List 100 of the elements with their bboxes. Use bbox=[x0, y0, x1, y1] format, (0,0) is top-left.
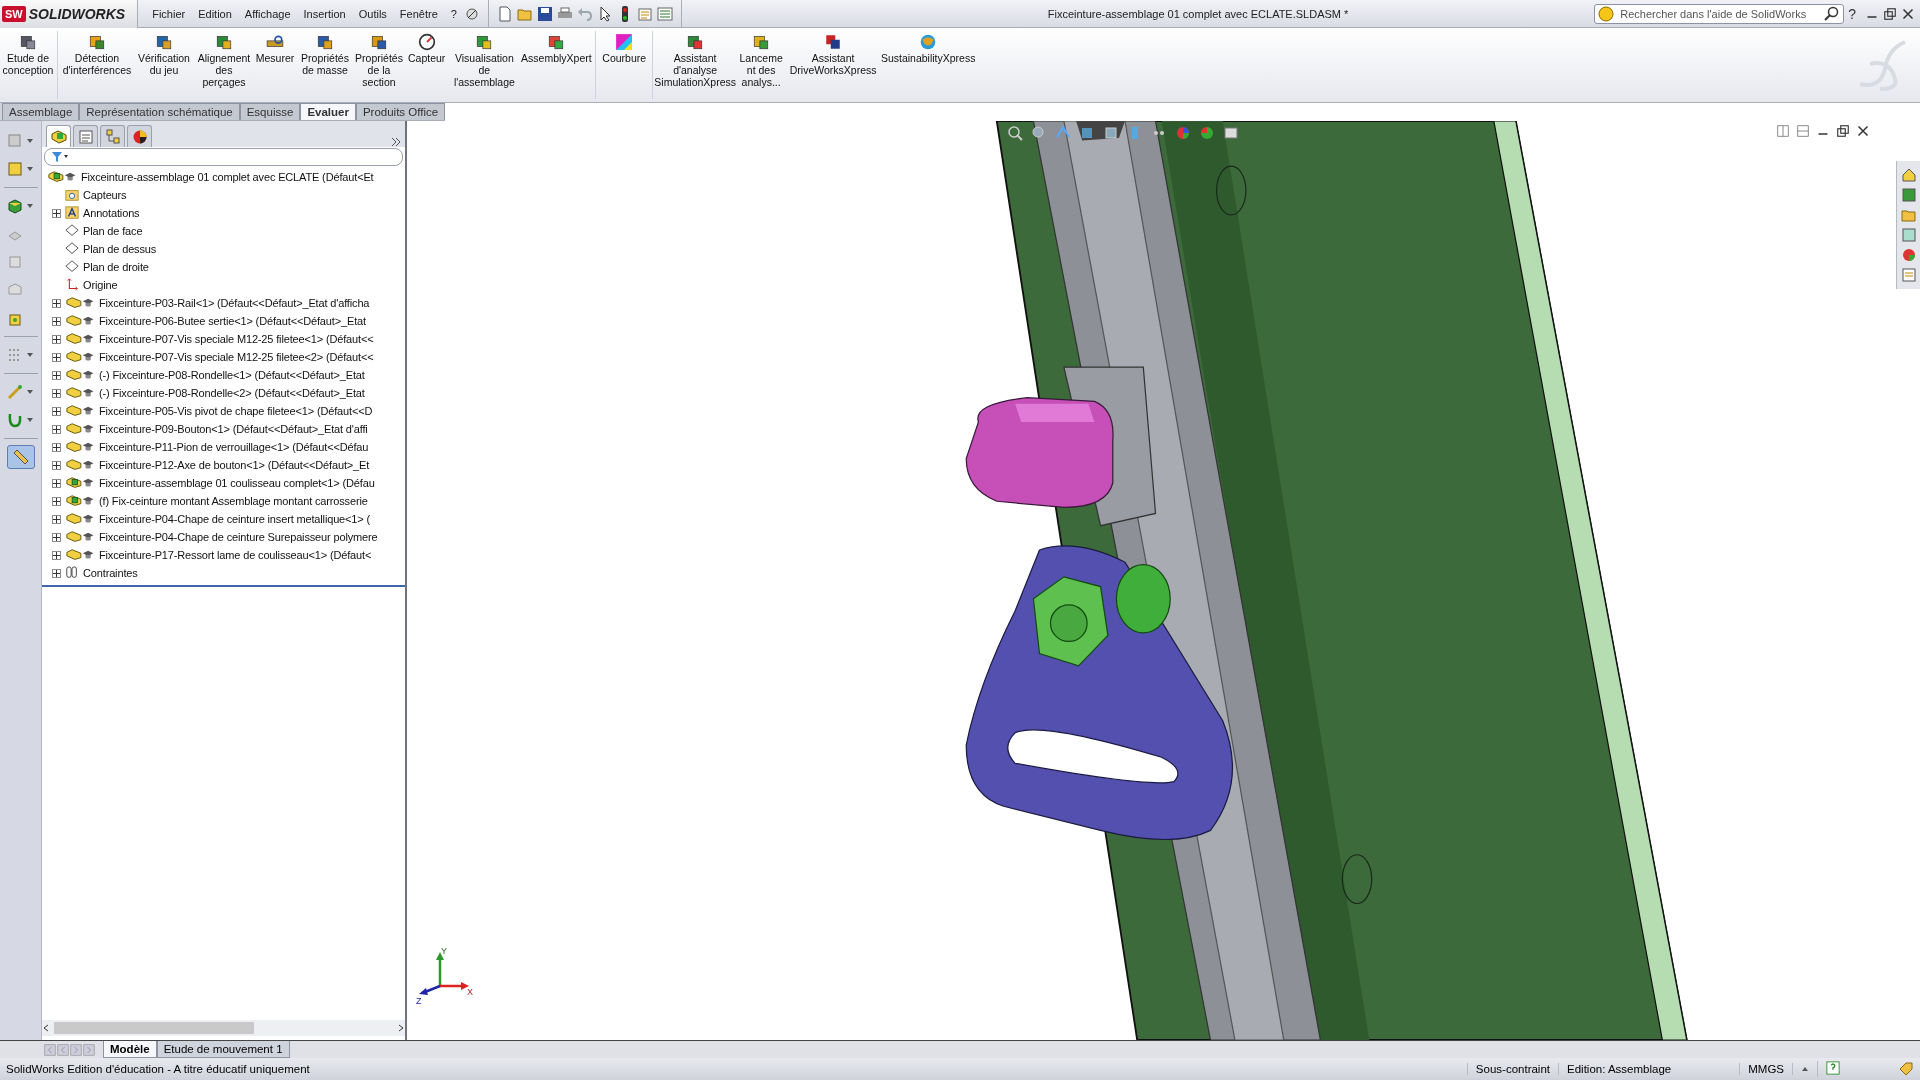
expand-icon[interactable] bbox=[52, 514, 61, 524]
split-view-icon[interactable] bbox=[1797, 125, 1809, 137]
expand-icon[interactable] bbox=[52, 478, 61, 488]
command-button[interactable]: Propriétés de la section bbox=[353, 31, 405, 90]
save-icon[interactable] bbox=[536, 5, 553, 22]
assembly-icon bbox=[64, 494, 82, 508]
menu-item[interactable]: Insertion bbox=[297, 4, 352, 23]
command-button[interactable]: Mesurer bbox=[253, 31, 297, 66]
tab[interactable]: Etude de mouvement 1 bbox=[156, 1041, 290, 1058]
command-button[interactable]: Propriétés de masse bbox=[297, 31, 353, 78]
tab[interactable]: Assemblage bbox=[2, 103, 80, 120]
display-tab[interactable] bbox=[127, 125, 152, 147]
tree-item[interactable]: Fixceinture-P03-Rail<1> (Défaut<<Défaut>_Etat d'afficha bbox=[99, 297, 370, 309]
command-button[interactable]: Détection d'interférences bbox=[61, 31, 133, 78]
tree-item[interactable]: Fixceinture-P11-Pion de verrouillage<1> (Défaut<<Défau bbox=[99, 441, 369, 453]
tab[interactable]: Evaluer bbox=[300, 103, 356, 120]
ruler-icon[interactable] bbox=[12, 449, 29, 465]
command-button[interactable]: AssemblyXpert bbox=[520, 31, 593, 66]
search-input[interactable]: Rechercher dans l'aide de SolidWorks bbox=[1618, 6, 1821, 21]
restore-icon[interactable] bbox=[1837, 125, 1849, 137]
tree-item[interactable]: Fixceinture-P04-Chape de ceinture insert metallique<1> ( bbox=[99, 513, 371, 525]
home-icon[interactable] bbox=[1900, 167, 1917, 183]
filter-field[interactable] bbox=[44, 148, 403, 166]
command-button[interactable]: Etude de conception bbox=[2, 31, 54, 78]
tree-item[interactable]: Fixceinture-assemblage 01 complet avec ECLATE (Défaut<Et bbox=[81, 171, 374, 183]
command-button[interactable]: Assistant d'analyse SimulationXpress bbox=[656, 31, 735, 90]
list-icon[interactable] bbox=[656, 5, 673, 22]
command-button[interactable]: SustainabilityXpress bbox=[878, 31, 979, 66]
tree-item[interactable]: Contraintes bbox=[83, 567, 138, 579]
menu-item[interactable]: Outils bbox=[352, 4, 393, 23]
feature-tree-tab[interactable] bbox=[46, 125, 71, 147]
tab[interactable]: Esquisse bbox=[239, 103, 301, 120]
expand-icon[interactable] bbox=[52, 424, 61, 434]
hierarchy-icon bbox=[104, 128, 121, 145]
tree-item[interactable]: Fixceinture-P05-Vis pivot de chape filetee<1> (Défaut<<D bbox=[99, 405, 373, 417]
scrollbar[interactable] bbox=[42, 1020, 405, 1036]
menu-item[interactable]: Affichage bbox=[238, 4, 297, 23]
tree-item[interactable]: Fixceinture-P17-Ressort lame de coulisseau<1> (Défaut< bbox=[99, 549, 372, 561]
tree-item[interactable]: Plan de face bbox=[83, 225, 143, 237]
tree-item[interactable]: (-) Fixceinture-P08-Rondelle<2> (Défaut<<Défaut>_Etat bbox=[99, 387, 365, 399]
gauge-icon bbox=[417, 33, 436, 51]
split-view-icon[interactable] bbox=[1777, 125, 1789, 137]
curve-icon[interactable] bbox=[6, 412, 23, 428]
units-status[interactable]: MMGS bbox=[1739, 1063, 1792, 1075]
menu-item[interactable]: Fenêtre bbox=[393, 4, 444, 23]
tree-item[interactable]: Fixceinture-P04-Chape de ceinture Surepaisseur polymere bbox=[99, 531, 378, 543]
expand-icon[interactable] bbox=[52, 352, 61, 362]
expand-icon[interactable] bbox=[52, 532, 61, 542]
expand-icon[interactable] bbox=[52, 496, 61, 506]
expand-icon[interactable] bbox=[52, 316, 61, 326]
command-button[interactable]: Courbure bbox=[599, 31, 650, 66]
tree-item[interactable]: Capteurs bbox=[83, 189, 127, 201]
tag-icon[interactable] bbox=[1898, 1061, 1914, 1077]
menu-item[interactable]: ? bbox=[444, 4, 463, 23]
property-tab[interactable] bbox=[73, 125, 98, 147]
expand-icon[interactable] bbox=[52, 550, 61, 560]
help-icon[interactable] bbox=[1826, 1061, 1840, 1075]
tree-item[interactable]: Annotations bbox=[83, 207, 140, 219]
appearance-icon[interactable] bbox=[1900, 247, 1917, 263]
custom-properties-icon[interactable] bbox=[1900, 267, 1917, 283]
tree-item[interactable]: Plan de dessus bbox=[83, 243, 157, 255]
command-button[interactable]: Assistant DriveWorksXpress bbox=[788, 31, 879, 78]
command-button[interactable]: Alignement des perçages bbox=[195, 31, 253, 90]
menu-item[interactable]: Edition bbox=[192, 4, 238, 23]
expand-icon[interactable] bbox=[52, 334, 61, 344]
folder-icon[interactable] bbox=[1900, 207, 1917, 223]
expand-icon[interactable] bbox=[52, 568, 61, 578]
expand-icon[interactable] bbox=[52, 298, 61, 308]
expand-icon[interactable] bbox=[52, 460, 61, 470]
tree-item[interactable]: (f) Fix-ceinture montant Assemblage montant carrosserie bbox=[99, 495, 368, 507]
expand-icon[interactable] bbox=[52, 388, 61, 398]
tree-item[interactable]: Fixceinture-P09-Bouton<1> (Défaut<<Défaut>_Etat d'affi bbox=[99, 423, 368, 435]
close-icon[interactable] bbox=[1902, 7, 1914, 20]
tab[interactable]: Modèle bbox=[103, 1041, 157, 1058]
display-settings-icon[interactable] bbox=[1223, 125, 1239, 141]
tree-item[interactable]: Origine bbox=[83, 279, 118, 291]
tree-item[interactable]: Fixceinture-P07-Vis speciale M12-25 filetee<1> (Défaut<< bbox=[99, 333, 374, 345]
restore-icon[interactable] bbox=[1884, 7, 1896, 20]
tree-item[interactable]: (-) Fixceinture-P08-Rondelle<1> (Défaut<<Défaut>_Etat bbox=[99, 369, 365, 381]
tree-item[interactable]: Fixceinture-P12-Axe de bouton<1> (Défaut<<Défaut>_Et bbox=[99, 459, 370, 471]
appearance-icon[interactable] bbox=[1175, 125, 1191, 141]
command-button[interactable]: Capteur bbox=[405, 31, 449, 66]
close-icon[interactable] bbox=[1857, 125, 1869, 137]
tab[interactable]: Représentation schématique bbox=[79, 103, 240, 120]
tree-item[interactable]: Plan de droite bbox=[83, 261, 149, 273]
tree-item[interactable]: Fixceinture-P07-Vis speciale M12-25 filetee<2> (Défaut<< bbox=[99, 351, 374, 363]
search-field[interactable]: Rechercher dans l'aide de SolidWorks bbox=[1594, 3, 1845, 24]
tree-item[interactable]: Fixceinture-P06-Butee sertie<1> (Défaut<<Défaut>_Etat bbox=[99, 315, 366, 327]
expand-icon[interactable] bbox=[52, 208, 61, 218]
expand-icon[interactable] bbox=[52, 442, 61, 452]
command-button[interactable]: Visualisation de l'assemblage bbox=[448, 31, 521, 90]
expand-icon[interactable] bbox=[52, 406, 61, 416]
tool-icon bbox=[316, 33, 334, 51]
tree-item[interactable]: Fixceinture-assemblage 01 coulisseau complet<1> (Défau bbox=[99, 477, 375, 489]
expand-icon[interactable] bbox=[52, 370, 61, 380]
new-document-icon[interactable] bbox=[496, 5, 513, 22]
tab[interactable]: Produits Office bbox=[355, 103, 446, 120]
command-button[interactable]: Vérification du jeu bbox=[133, 31, 195, 78]
help-button[interactable]: ? bbox=[1844, 5, 1860, 22]
menu-item[interactable]: Fichier bbox=[146, 4, 192, 23]
